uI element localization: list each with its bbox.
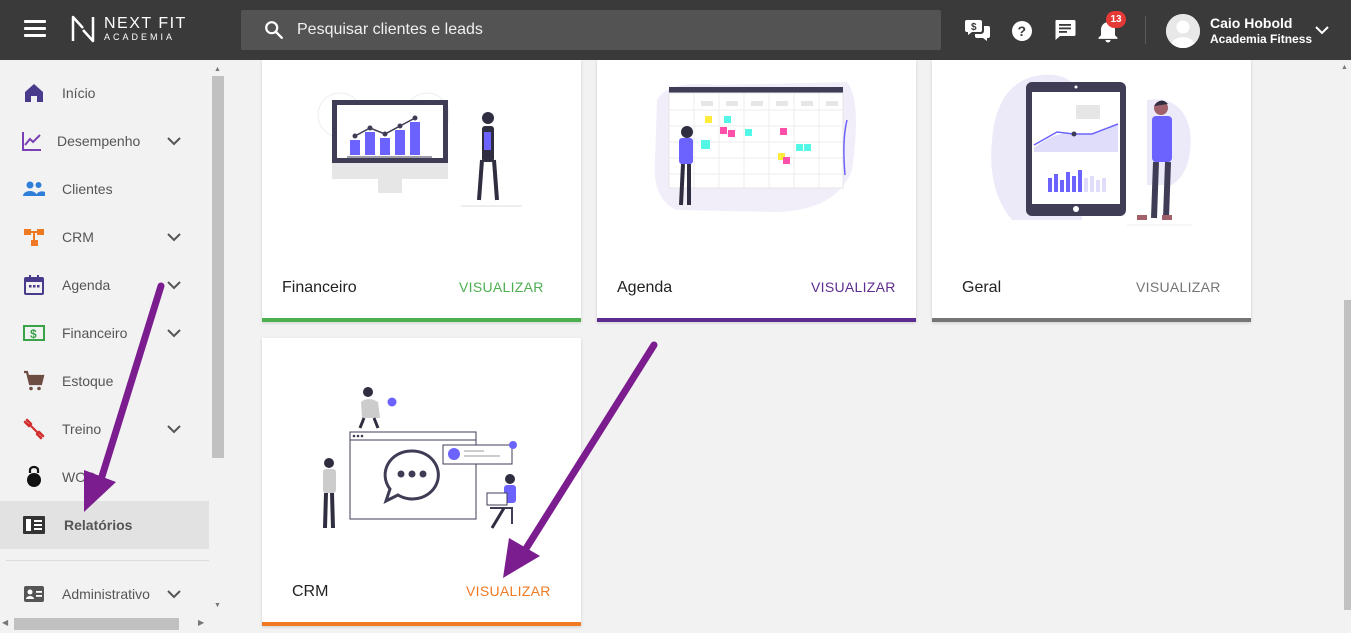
sidebar-item-wod[interactable]: WOD: [0, 453, 209, 501]
sidebar-item-clientes[interactable]: Clientes: [0, 165, 209, 213]
svg-text:$: $: [971, 22, 977, 33]
main-scroll-up-icon[interactable]: ▲: [1341, 64, 1348, 71]
sidebar-item-estoque[interactable]: Estoque: [0, 357, 209, 405]
sidebar-item-treino[interactable]: Treino: [0, 405, 209, 453]
money-icon: $: [23, 325, 45, 341]
sidebar-item-financeiro[interactable]: $ Financeiro: [0, 309, 209, 357]
user-name[interactable]: Caio Hobold: [1210, 15, 1292, 31]
top-bar: NEXT FIT ACADEMIA Pesquisar clientes e l…: [0, 0, 1351, 60]
report-card-financeiro: Financeiro VISUALIZAR: [262, 60, 581, 322]
logo[interactable]: NEXT FIT ACADEMIA: [70, 14, 187, 44]
sidebar-item-label: Administrativo: [62, 586, 150, 602]
report-card-geral: Geral VISUALIZAR: [932, 60, 1251, 322]
card-title: Geral: [962, 279, 1002, 296]
chevron-down-icon[interactable]: [166, 588, 182, 600]
id-card-icon: [24, 586, 44, 602]
avatar[interactable]: [1166, 14, 1200, 48]
logo-sub: ACADEMIA: [104, 32, 176, 42]
crm-chat-illustration: [323, 387, 517, 529]
visualizar-button[interactable]: VISUALIZAR: [466, 583, 551, 599]
tablet-analytics-illustration: [991, 74, 1192, 226]
chart-line-icon: [22, 132, 41, 151]
crm-nodes-icon: [24, 229, 44, 246]
sidebar-item-administrativo[interactable]: Administrativo: [0, 570, 209, 618]
dumbbell-icon: [23, 418, 45, 440]
sidebar-item-label: Estoque: [62, 373, 114, 389]
scroll-up-icon[interactable]: ▲: [214, 66, 221, 73]
report-card-agenda: Agenda VISUALIZAR: [597, 60, 916, 322]
notification-badge: 13: [1106, 11, 1126, 28]
card-accent-bar: [597, 318, 916, 322]
header-divider: [1145, 16, 1146, 44]
report-card-crm: CRM VISUALIZAR: [262, 338, 581, 626]
sidebar-item-label: Agenda: [62, 277, 111, 293]
card-accent-bar: [932, 318, 1251, 322]
financial-chart-illustration: [317, 92, 522, 207]
card-accent-bar: [262, 318, 581, 322]
logo-mark-icon: [71, 15, 95, 43]
help-icon[interactable]: ?: [1010, 19, 1034, 43]
visualizar-button[interactable]: VISUALIZAR: [459, 279, 544, 295]
search-placeholder: Pesquisar clientes e leads: [297, 21, 483, 38]
sidebar-item-relatorios[interactable]: Relatórios: [0, 501, 209, 549]
card-title: Financeiro: [282, 279, 357, 296]
search-icon: [265, 21, 283, 39]
report-icon: [23, 516, 45, 534]
menu-icon[interactable]: [24, 20, 46, 38]
home-icon: [25, 84, 43, 102]
chevron-down-icon[interactable]: [166, 279, 182, 291]
scroll-left-icon[interactable]: ◀: [2, 618, 8, 627]
sidebar-scrollbar-thumb[interactable]: [212, 76, 224, 458]
avatar-person-icon: [1166, 14, 1200, 48]
sidebar-divider: [6, 560, 209, 561]
visualizar-button[interactable]: VISUALIZAR: [811, 279, 896, 295]
svg-text:?: ?: [1018, 23, 1027, 39]
sidebar-item-label: CRM: [62, 229, 94, 245]
sidebar-item-label: Treino: [62, 421, 102, 437]
sidebar-item-agenda[interactable]: Agenda: [0, 261, 209, 309]
money-chat-icon[interactable]: $: [965, 17, 991, 43]
svg-text:$: $: [30, 327, 37, 341]
sidebar-item-label: Início: [62, 85, 96, 101]
chevron-down-icon[interactable]: [166, 327, 182, 339]
logo-name: NEXT FIT: [104, 15, 187, 32]
sidebar-item-label: Clientes: [62, 181, 113, 197]
card-title: Agenda: [617, 279, 673, 296]
chevron-down-icon[interactable]: [166, 423, 182, 435]
sidebar: Início Desempenho Clientes CRM Agenda $ …: [0, 60, 226, 633]
chevron-down-icon[interactable]: [1314, 24, 1330, 36]
cart-icon: [24, 370, 45, 391]
sidebar-item-crm[interactable]: CRM: [0, 213, 209, 261]
sidebar-item-label: Desempenho: [57, 133, 141, 149]
visualizar-button[interactable]: VISUALIZAR: [1136, 279, 1221, 295]
chat-icon[interactable]: [1053, 18, 1077, 42]
user-org[interactable]: Academia Fitness: [1210, 32, 1312, 46]
sidebar-item-label: WOD: [62, 469, 97, 485]
scroll-down-icon[interactable]: ▼: [214, 602, 221, 609]
scroll-right-icon[interactable]: ▶: [198, 618, 204, 627]
calendar-illustration: [654, 82, 856, 212]
sidebar-horizontal-scrollbar-thumb[interactable]: [14, 618, 179, 630]
search-input[interactable]: Pesquisar clientes e leads: [241, 10, 941, 50]
main-scrollbar-thumb[interactable]: [1344, 300, 1351, 610]
chevron-down-icon[interactable]: [166, 231, 182, 243]
sidebar-item-inicio[interactable]: Início: [0, 69, 209, 117]
sidebar-item-desempenho[interactable]: Desempenho: [0, 117, 209, 165]
card-accent-bar: [262, 622, 581, 626]
chevron-down-icon[interactable]: [166, 135, 182, 147]
people-icon: [23, 181, 45, 196]
sidebar-item-label: Financeiro: [62, 325, 128, 341]
calendar-icon: [24, 275, 44, 295]
card-title: CRM: [292, 583, 329, 600]
sidebar-item-label: Relatórios: [64, 517, 133, 533]
kettlebell-icon: [27, 465, 41, 487]
